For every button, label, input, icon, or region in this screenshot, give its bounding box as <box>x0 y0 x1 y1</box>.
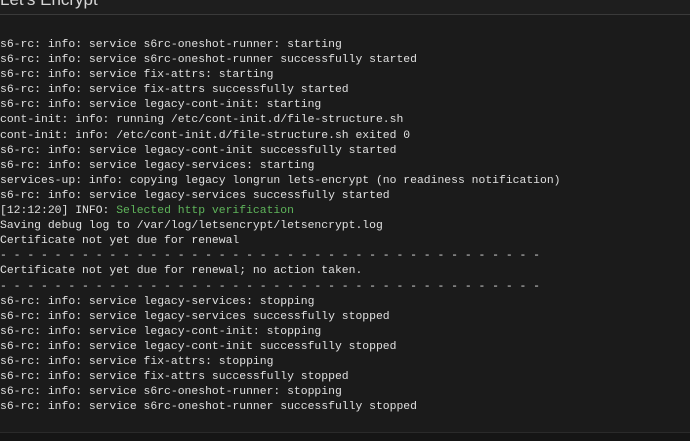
window-title: Let's Encrypt <box>0 0 98 10</box>
log-separator: - - - - - - - - - - - - - - - - - - - - … <box>0 250 541 263</box>
info-prefix: [12:12:20] INFO: <box>0 205 117 218</box>
bottom-border <box>0 432 690 441</box>
log-line: s6-rc: info: service s6rc-oneshot-runner… <box>0 401 417 414</box>
log-line: s6-rc: info: service fix-attrs successfu… <box>0 84 349 97</box>
log-line: s6-rc: info: service fix-attrs: starting <box>0 69 274 82</box>
title-bar: Let's Encrypt <box>0 0 690 15</box>
info-message: Selected http verification <box>116 205 294 218</box>
log-line: s6-rc: info: service legacy-services: st… <box>0 295 315 308</box>
log-line: cont-init: info: /etc/cont-init.d/file-s… <box>0 129 411 142</box>
log-line: s6-rc: info: service legacy-cont-init su… <box>0 144 397 157</box>
log-line: s6-rc: info: service s6rc-oneshot-runner… <box>0 54 417 67</box>
log-line: cont-init: info: running /etc/cont-init.… <box>0 114 404 127</box>
log-line: Certificate not yet due for renewal <box>0 235 240 248</box>
log-separator: - - - - - - - - - - - - - - - - - - - - … <box>0 280 541 293</box>
log-line: s6-rc: info: service s6rc-oneshot-runner… <box>0 386 342 399</box>
log-line: s6-rc: info: service s6rc-oneshot-runner… <box>0 39 342 51</box>
log-line: s6-rc: info: service legacy-services: st… <box>0 159 315 172</box>
log-line: s6-rc: info: service fix-attrs successfu… <box>0 371 349 384</box>
log-line: services-up: info: copying legacy longru… <box>0 174 561 187</box>
log-line: s6-rc: info: service legacy-cont-init su… <box>0 340 397 353</box>
log-line: s6-rc: info: service legacy-services suc… <box>0 310 390 323</box>
log-line: s6-rc: info: service legacy-services suc… <box>0 189 390 202</box>
log-line: s6-rc: info: service legacy-cont-init: s… <box>0 99 322 112</box>
log-output[interactable]: s6-rc: info: service s6rc-oneshot-runner… <box>0 38 690 423</box>
log-line: Saving debug log to /var/log/letsencrypt… <box>0 220 383 233</box>
log-viewer-window: Let's Encrypt s6-rc: info: service s6rc-… <box>0 0 690 441</box>
log-line: s6-rc: info: service legacy-cont-init: s… <box>0 325 322 338</box>
log-line: s6-rc: info: service fix-attrs: stopping <box>0 355 274 368</box>
log-line: Certificate not yet due for renewal; no … <box>0 265 363 278</box>
log-line-info: [12:12:20] INFO: Selected http verificat… <box>0 204 690 219</box>
